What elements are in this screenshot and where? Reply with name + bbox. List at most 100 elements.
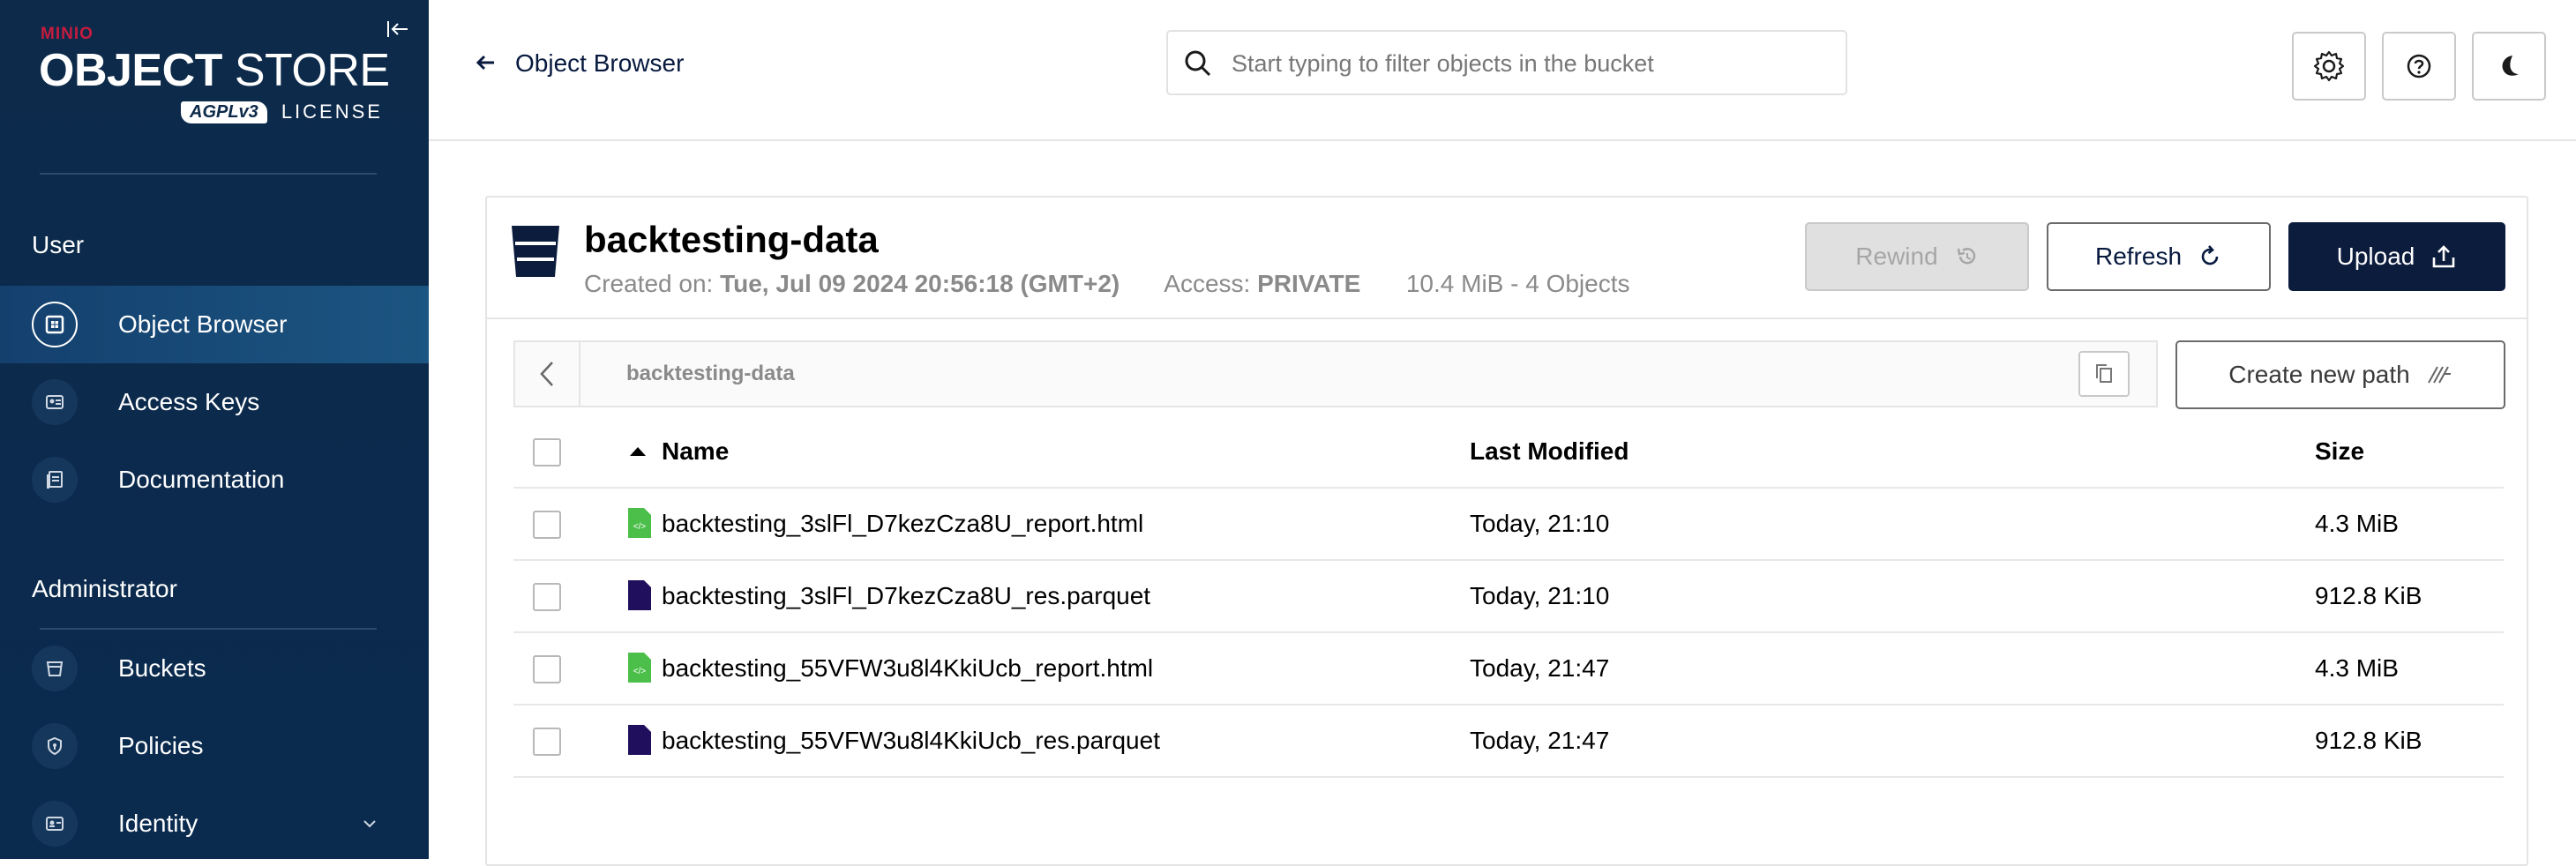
chevron-left-icon [540, 362, 553, 386]
row-checkbox[interactable] [533, 583, 561, 611]
minio-logo: MINIO [41, 25, 94, 43]
breadcrumb-path[interactable]: backtesting-data [626, 362, 795, 386]
sort-ascending-icon[interactable] [628, 443, 648, 460]
sidebar-item-label: Identity [118, 810, 198, 837]
copy-icon [2096, 364, 2112, 383]
documentation-icon [32, 457, 78, 503]
moon-icon [2502, 56, 2519, 76]
file-icon [628, 580, 651, 610]
column-header-size[interactable]: Size [2315, 437, 2364, 466]
table-header: Name Last Modified Size [513, 416, 2504, 489]
upload-button[interactable]: Upload [2288, 222, 2505, 291]
object-name[interactable]: backtesting_3slFl_D7kezCza8U_res.parquet [662, 582, 1150, 610]
table-row[interactable]: </> backtesting_3slFl_D7kezCza8U_report.… [513, 489, 2504, 561]
collapse-sidebar-icon[interactable] [385, 16, 411, 42]
bucket-meta: Created on: Tue, Jul 09 2024 20:56:18 (G… [584, 270, 1630, 298]
new-path-icon [2427, 366, 2451, 384]
column-header-last-modified[interactable]: Last Modified [1470, 437, 1629, 466]
bucket-summary: 10.4 MiB - 4 Objects [1405, 270, 1630, 297]
access-keys-icon [32, 379, 78, 425]
row-checkbox[interactable] [533, 728, 561, 756]
theme-toggle-button[interactable] [2472, 32, 2546, 101]
section-user: User [32, 231, 85, 258]
objects-table: Name Last Modified Size </> backtesting_… [513, 416, 2504, 778]
object-size: 4.3 MiB [2315, 654, 2399, 682]
product-title: OBJECT STORE [39, 44, 390, 97]
sidebar-item-buckets[interactable]: Buckets [0, 630, 429, 707]
buckets-icon [32, 646, 78, 691]
rewind-icon [1957, 248, 1975, 265]
sidebar-item-label: Policies [118, 732, 204, 759]
sidebar-item-object-browser[interactable]: Object Browser [0, 286, 429, 363]
object-modified: Today, 21:47 [1470, 654, 1610, 682]
column-header-name[interactable]: Name [662, 437, 729, 466]
help-button[interactable] [2382, 32, 2456, 101]
search-icon [1185, 50, 1211, 77]
object-name[interactable]: backtesting_55VFW3u8l4KkiUcb_report.html [662, 654, 1153, 683]
page-title[interactable]: Object Browser [515, 49, 684, 78]
product-title-bold: OBJECT [39, 45, 222, 96]
table-row[interactable]: backtesting_3slFl_D7kezCza8U_res.parquet… [513, 561, 2504, 633]
html-file-icon: </> [628, 653, 651, 683]
sidebar-item-documentation[interactable]: Documentation [0, 441, 429, 519]
sidebar-item-label: Buckets [118, 654, 206, 682]
agpl-logo: AGPLv3 [181, 101, 267, 123]
back-to-object-browser[interactable]: Object Browser [475, 49, 684, 78]
create-path-label: Create new path [2228, 361, 2410, 388]
object-modified: Today, 21:10 [1470, 582, 1610, 609]
refresh-button[interactable]: Refresh [2047, 222, 2271, 291]
path-back-button[interactable] [515, 342, 580, 406]
create-new-path-button[interactable]: Create new path [2175, 340, 2505, 409]
object-modified: Today, 21:47 [1470, 727, 1610, 754]
svg-text:</>: </> [633, 667, 647, 676]
file-icon [628, 725, 651, 755]
bucket-panel: backtesting-data Created on: Tue, Jul 09… [485, 196, 2528, 866]
settings-button[interactable] [2292, 32, 2366, 101]
rewind-button[interactable]: Rewind [1805, 222, 2029, 291]
license-badge: AGPLv3 LICENSE [181, 97, 383, 127]
bucket-info-bar: backtesting-data Created on: Tue, Jul 09… [487, 198, 2527, 319]
sidebar-item-label: Object Browser [118, 310, 288, 338]
search-box[interactable] [1166, 30, 1847, 95]
section-administrator: Administrator [32, 575, 177, 602]
object-modified: Today, 21:10 [1470, 510, 1610, 537]
row-checkbox[interactable] [533, 511, 561, 539]
object-size: 4.3 MiB [2315, 510, 2399, 537]
bucket-icon [512, 226, 559, 277]
refresh-icon [2201, 245, 2219, 265]
upload-label: Upload [2336, 243, 2415, 270]
search-input[interactable] [1230, 32, 1833, 95]
svg-text:</>: </> [633, 522, 647, 532]
rewind-label: Rewind [1855, 243, 1938, 270]
object-browser-icon [32, 302, 78, 347]
back-arrow-icon[interactable] [475, 49, 496, 78]
table-row[interactable]: </> backtesting_55VFW3u8l4KkiUcb_report.… [513, 633, 2504, 705]
object-size: 912.8 KiB [2315, 727, 2422, 754]
row-checkbox[interactable] [533, 655, 561, 683]
sidebar: MINIO OBJECT STORE AGPLv3 LICENSE User O… [0, 0, 429, 859]
sidebar-item-policies[interactable]: Policies [0, 707, 429, 785]
object-name[interactable]: backtesting_55VFW3u8l4KkiUcb_res.parquet [662, 727, 1160, 755]
policies-icon [32, 723, 78, 769]
identity-icon [32, 801, 78, 847]
bucket-name: backtesting-data [584, 219, 879, 260]
copy-path-button[interactable] [2078, 351, 2130, 397]
select-all-checkbox[interactable] [533, 438, 561, 467]
upload-icon [2433, 245, 2455, 268]
object-name[interactable]: backtesting_3slFl_D7kezCza8U_report.html [662, 510, 1143, 538]
chevron-down-icon[interactable] [356, 810, 383, 837]
html-file-icon: </> [628, 508, 651, 538]
object-size: 912.8 KiB [2315, 582, 2422, 609]
table-row[interactable]: backtesting_55VFW3u8l4KkiUcb_res.parquet… [513, 705, 2504, 778]
sidebar-item-access-keys[interactable]: Access Keys [0, 363, 429, 441]
sidebar-item-identity[interactable]: Identity [0, 785, 429, 859]
sidebar-item-label: Access Keys [118, 388, 260, 415]
help-icon [2407, 54, 2431, 78]
created-value: Tue, Jul 09 2024 20:56:18 (GMT+2) [720, 270, 1120, 297]
product-title-light: STORE [221, 45, 390, 96]
sidebar-divider [40, 173, 377, 175]
created-label: Created on: [584, 270, 714, 297]
license-label: LICENSE [281, 101, 383, 123]
gear-icon [2313, 50, 2345, 82]
access-value: PRIVATE [1257, 270, 1361, 297]
